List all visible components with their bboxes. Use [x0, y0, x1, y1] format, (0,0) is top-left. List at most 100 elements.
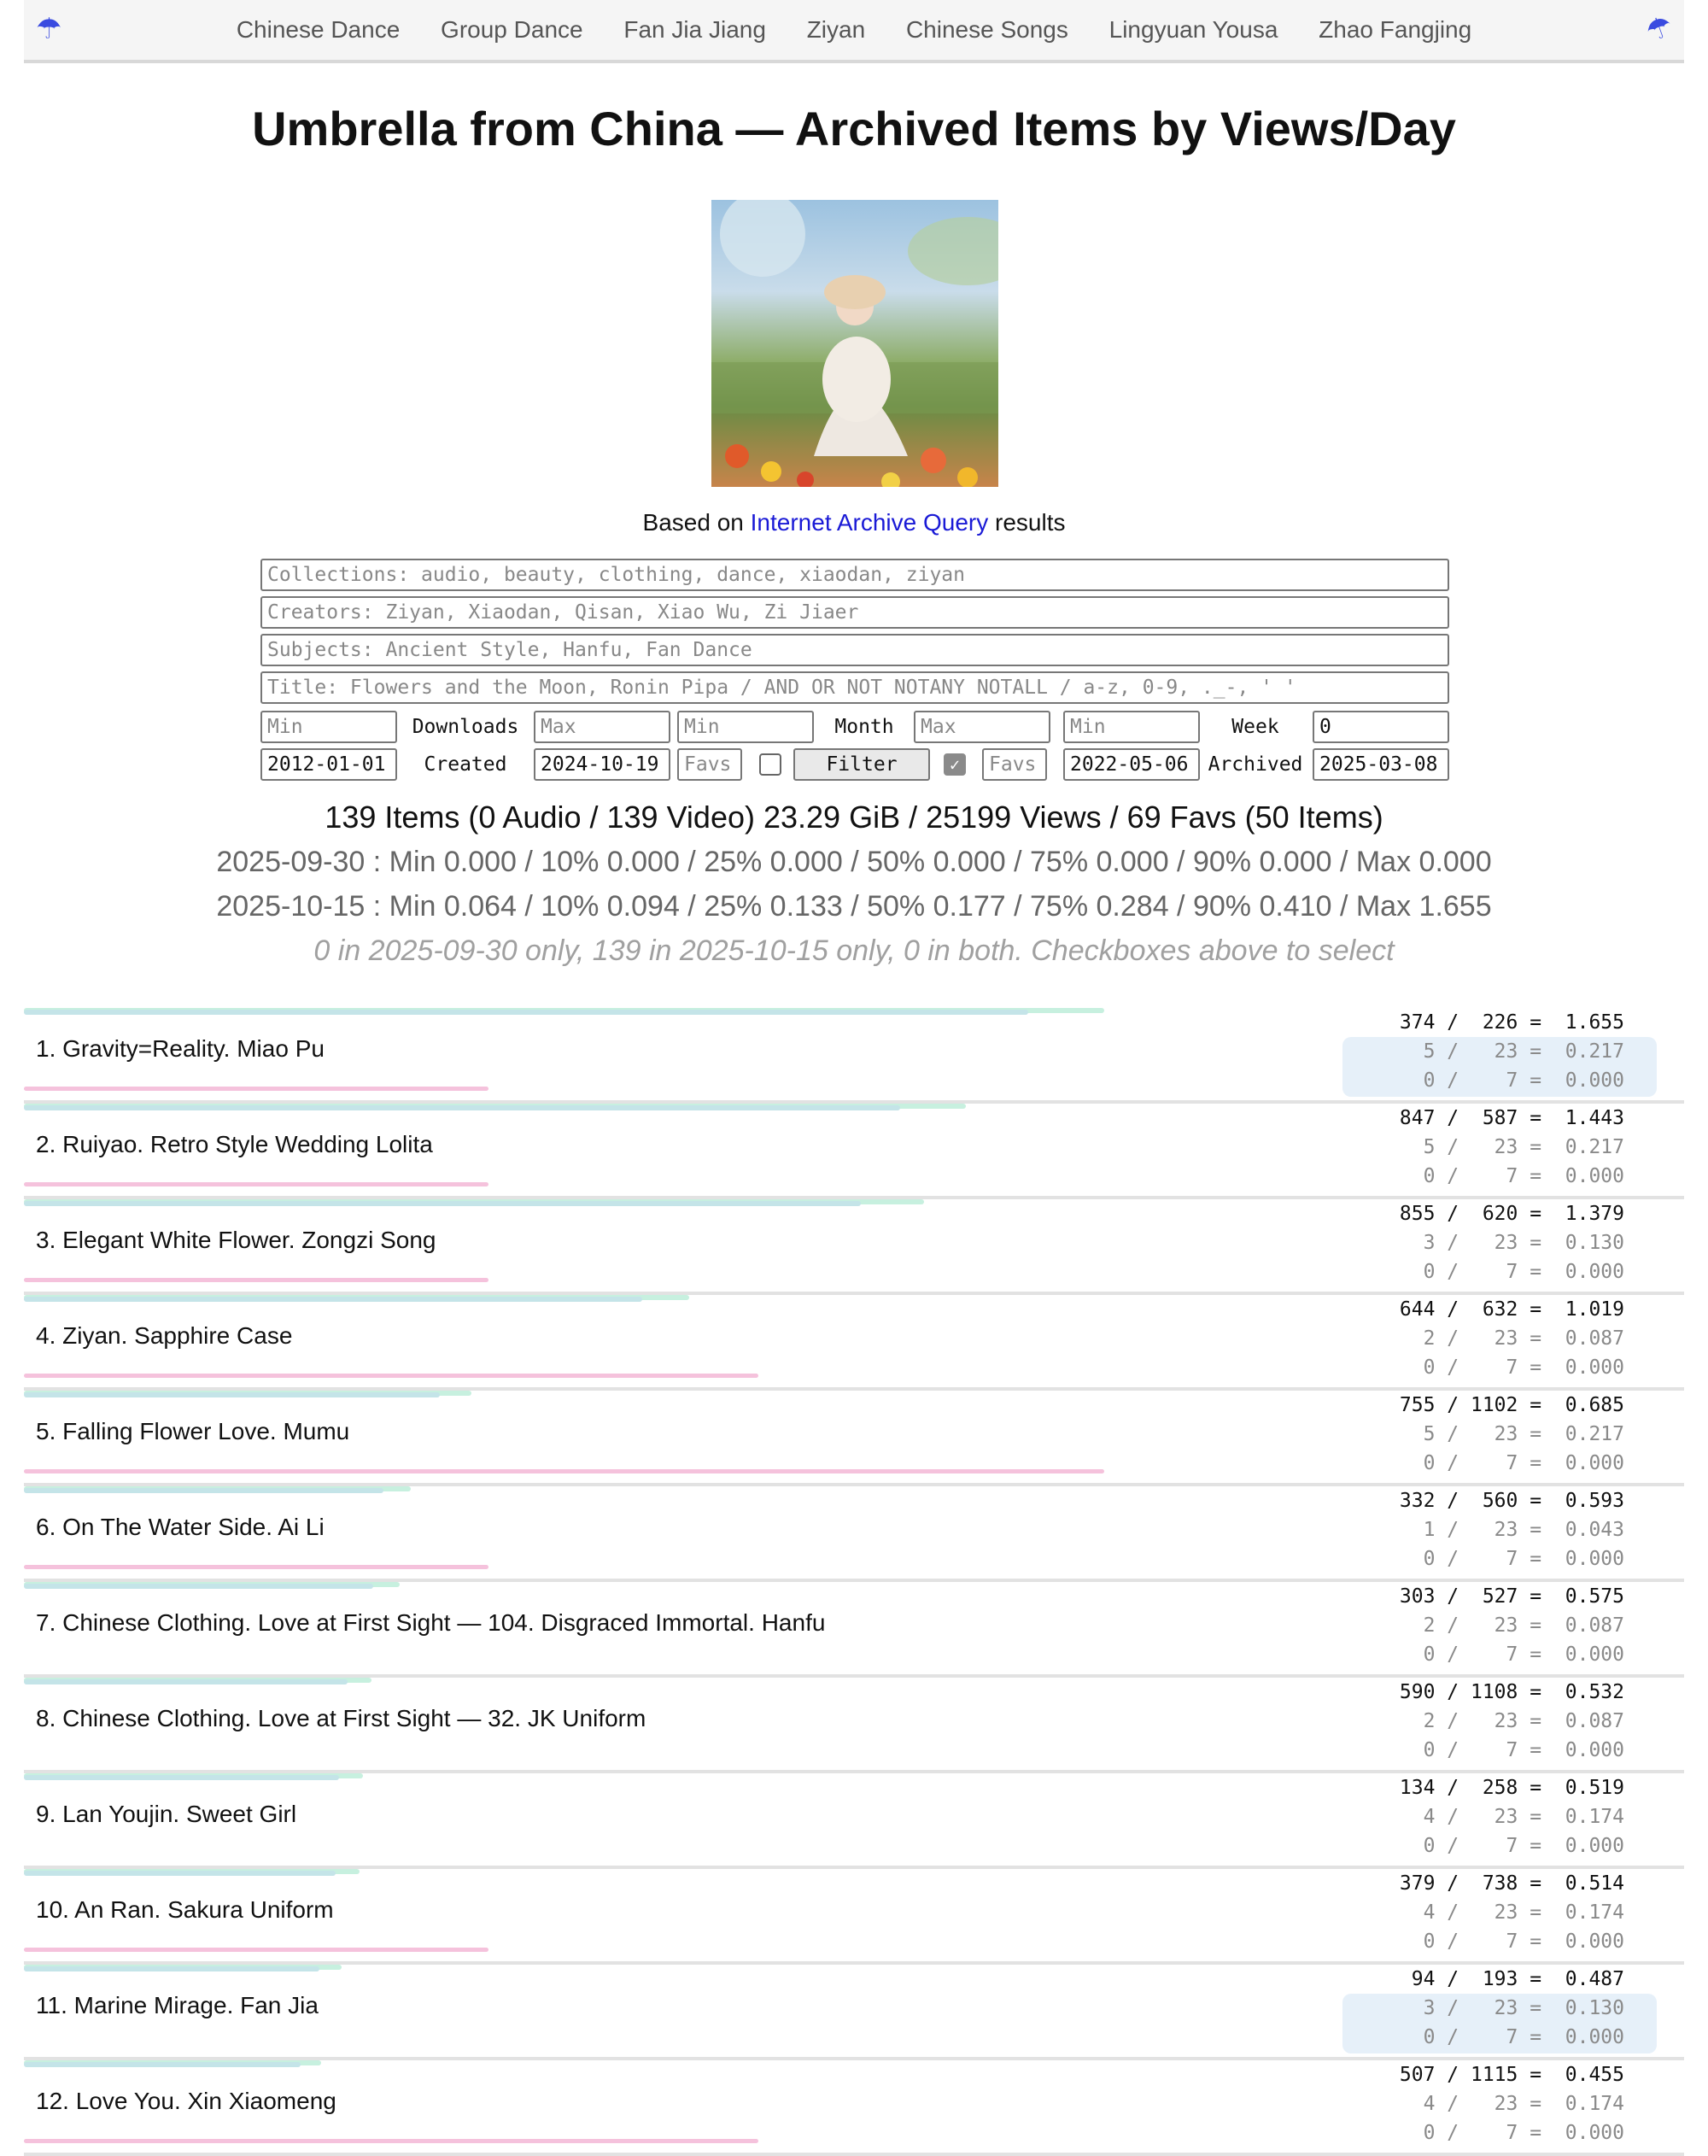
stat-line: 590 / 1108 = 0.532 — [1399, 1681, 1624, 1703]
nav-link-chinese-dance[interactable]: Chinese Dance — [237, 16, 400, 43]
stat-line: 0 / 7 = 0.000 — [1423, 1165, 1624, 1187]
stat-line: 0 / 7 = 0.000 — [1423, 1643, 1624, 1666]
stat-line: 332 / 560 = 0.593 — [1399, 1490, 1624, 1512]
list-item[interactable]: 9. Lan Youjin. Sweet Girl 134 / 258 = 0.5… — [24, 1773, 1684, 1869]
stat-line: 3 / 23 = 0.130 — [1423, 1232, 1624, 1254]
item-title[interactable]: 10. An Ran. Sakura Uniform — [36, 1869, 334, 1951]
list-item[interactable]: 7. Chinese Clothing. Love at First Sight… — [24, 1582, 1684, 1678]
created-label: Created — [424, 753, 507, 776]
month-max-input[interactable] — [914, 711, 1050, 743]
archived-from-input[interactable] — [1063, 748, 1200, 781]
stat-line: 0 / 7 = 0.000 — [1423, 2026, 1624, 2048]
stat-line: 379 / 738 = 0.514 — [1399, 1872, 1624, 1895]
favs-checkbox-left[interactable] — [759, 753, 781, 776]
list-item[interactable]: 8. Chinese Clothing. Love at First Sight… — [24, 1678, 1684, 1773]
stat-line: 4 / 23 = 0.174 — [1423, 2093, 1624, 2115]
item-title[interactable]: 2. Ruiyao. Retro Style Wedding Lolita — [36, 1104, 433, 1186]
stat-line: 94 / 193 = 0.487 — [1411, 1968, 1624, 1990]
list-item[interactable]: 10. An Ran. Sakura Uniform 379 / 738 = 0.… — [24, 1869, 1684, 1965]
list-item[interactable]: 11. Marine Mirage. Fan Jia 94 / 193 = 0.4… — [24, 1965, 1684, 2060]
downloads-max-input[interactable] — [534, 711, 670, 743]
item-title[interactable]: 12. Love You. Xin Xiaomeng — [36, 2060, 336, 2142]
stat-line: 507 / 1115 = 0.455 — [1399, 2064, 1624, 2086]
subjects-input[interactable] — [260, 634, 1449, 666]
month-label: Month — [834, 716, 894, 738]
nav-link-lingyuan-yousa[interactable]: Lingyuan Yousa — [1109, 16, 1278, 43]
stat-line: 374 / 226 = 1.655 — [1399, 1011, 1624, 1034]
nav-link-zhao-fangjing[interactable]: Zhao Fangjing — [1319, 16, 1471, 43]
stat-line: 0 / 7 = 0.000 — [1423, 2122, 1624, 2144]
based-suffix: results — [988, 509, 1066, 536]
stat-line: 134 / 258 = 0.519 — [1399, 1777, 1624, 1799]
item-title[interactable]: 7. Chinese Clothing. Love at First Sight… — [36, 1582, 825, 1664]
stats-line-1015: 2025-10-15 : Min 0.064 / 10% 0.094 / 25%… — [216, 890, 1492, 923]
stat-line: 0 / 7 = 0.000 — [1423, 1930, 1624, 1953]
item-title[interactable]: 9. Lan Youjin. Sweet Girl — [36, 1773, 296, 1855]
nav-links: Chinese Dance Group Dance Fan Jia Jiang … — [24, 0, 1684, 60]
created-to-input[interactable] — [534, 748, 670, 781]
stat-line: 855 / 620 = 1.379 — [1399, 1203, 1624, 1225]
list-item[interactable]: 1. Gravity=Reality. Miao Pu 374 / 226 = 1… — [24, 1008, 1684, 1104]
stat-line: 644 / 632 = 1.019 — [1399, 1298, 1624, 1321]
stat-line: 0 / 7 = 0.000 — [1423, 1739, 1624, 1761]
list-item[interactable]: 2. Ruiyao. Retro Style Wedding Lolita 847… — [24, 1104, 1684, 1199]
summary-line: 139 Items (0 Audio / 139 Video) 23.29 Gi… — [325, 800, 1383, 835]
query-source-line: Based on Internet Archive Query results — [0, 509, 1708, 536]
list-item[interactable]: 12. Love You. Xin Xiaomeng 507 / 1115 = 0… — [24, 2060, 1684, 2156]
stat-line: 2 / 23 = 0.087 — [1423, 1327, 1624, 1350]
hero-photo — [711, 200, 998, 487]
stat-line: 847 / 587 = 1.443 — [1399, 1107, 1624, 1129]
page-title: Umbrella from China — Archived Items by … — [252, 102, 1456, 155]
stat-line: 2 / 23 = 0.087 — [1423, 1614, 1624, 1637]
title-input[interactable] — [260, 671, 1449, 704]
stat-line: 0 / 7 = 0.000 — [1423, 1835, 1624, 1857]
nav-link-fan-jia-jiang[interactable]: Fan Jia Jiang — [623, 16, 766, 43]
item-title[interactable]: 5. Falling Flower Love. Mumu — [36, 1391, 349, 1473]
stat-line: 5 / 23 = 0.217 — [1423, 1040, 1624, 1063]
nav-link-group-dance[interactable]: Group Dance — [441, 16, 583, 43]
favs-checkbox-right[interactable]: ✓ — [944, 753, 966, 776]
nav-link-chinese-songs[interactable]: Chinese Songs — [906, 16, 1068, 43]
filter-button[interactable]: Filter — [793, 748, 930, 781]
stat-line: 5 / 23 = 0.217 — [1423, 1423, 1624, 1445]
stats-line-0930: 2025-09-30 : Min 0.000 / 10% 0.000 / 25%… — [216, 846, 1492, 878]
stat-line: 0 / 7 = 0.000 — [1423, 1069, 1624, 1092]
stat-line: 303 / 527 = 0.575 — [1399, 1585, 1624, 1608]
downloads-min-input[interactable] — [260, 711, 397, 743]
week-min-input[interactable] — [1063, 711, 1200, 743]
item-title[interactable]: 11. Marine Mirage. Fan Jia — [36, 1965, 319, 2047]
based-prefix: Based on — [642, 509, 751, 536]
created-from-input[interactable] — [260, 748, 397, 781]
favs-min-input[interactable] — [677, 748, 742, 781]
stat-line: 4 / 23 = 0.174 — [1423, 1806, 1624, 1828]
stat-line: 0 / 7 = 0.000 — [1423, 1452, 1624, 1474]
collections-input[interactable] — [260, 559, 1449, 591]
favs-max-input[interactable] — [982, 748, 1047, 781]
stat-line: 1 / 23 = 0.043 — [1423, 1519, 1624, 1541]
archived-label: Archived — [1208, 753, 1303, 776]
nav-link-ziyan[interactable]: Ziyan — [807, 16, 865, 43]
item-title[interactable]: 8. Chinese Clothing. Love at First Sight… — [36, 1678, 646, 1760]
item-title[interactable]: 6. On The Water Side. Ai Li — [36, 1486, 325, 1568]
item-title[interactable]: 4. Ziyan. Sapphire Case — [36, 1295, 292, 1377]
creators-input[interactable] — [260, 596, 1449, 629]
downloads-label: Downloads — [412, 716, 519, 738]
stat-line: 2 / 23 = 0.087 — [1423, 1710, 1624, 1732]
item-title[interactable]: 1. Gravity=Reality. Miao Pu — [36, 1008, 325, 1090]
top-nav: ☂ Chinese Dance Group Dance Fan Jia Jian… — [24, 0, 1684, 63]
stat-line: 755 / 1102 = 0.685 — [1399, 1394, 1624, 1416]
archived-to-input[interactable] — [1313, 748, 1449, 781]
list-item[interactable]: 5. Falling Flower Love. Mumu 755 / 1102 =… — [24, 1391, 1684, 1486]
item-title[interactable]: 3. Elegant White Flower. Zongzi Song — [36, 1199, 436, 1281]
week-label: Week — [1231, 716, 1279, 738]
list-item[interactable]: 6. On The Water Side. Ai Li 332 / 560 = 0… — [24, 1486, 1684, 1582]
month-min-input[interactable] — [677, 711, 814, 743]
week-value-input[interactable] — [1313, 711, 1449, 743]
list-item[interactable]: 3. Elegant White Flower. Zongzi Song 855 … — [24, 1199, 1684, 1295]
stat-line: 0 / 7 = 0.000 — [1423, 1548, 1624, 1570]
stat-line: 0 / 7 = 0.000 — [1423, 1261, 1624, 1283]
list-item[interactable]: 4. Ziyan. Sapphire Case 644 / 632 = 1.019… — [24, 1295, 1684, 1391]
stat-line: 5 / 23 = 0.217 — [1423, 1136, 1624, 1158]
internet-archive-query-link[interactable]: Internet Archive Query — [751, 509, 989, 536]
stat-line: 4 / 23 = 0.174 — [1423, 1901, 1624, 1924]
